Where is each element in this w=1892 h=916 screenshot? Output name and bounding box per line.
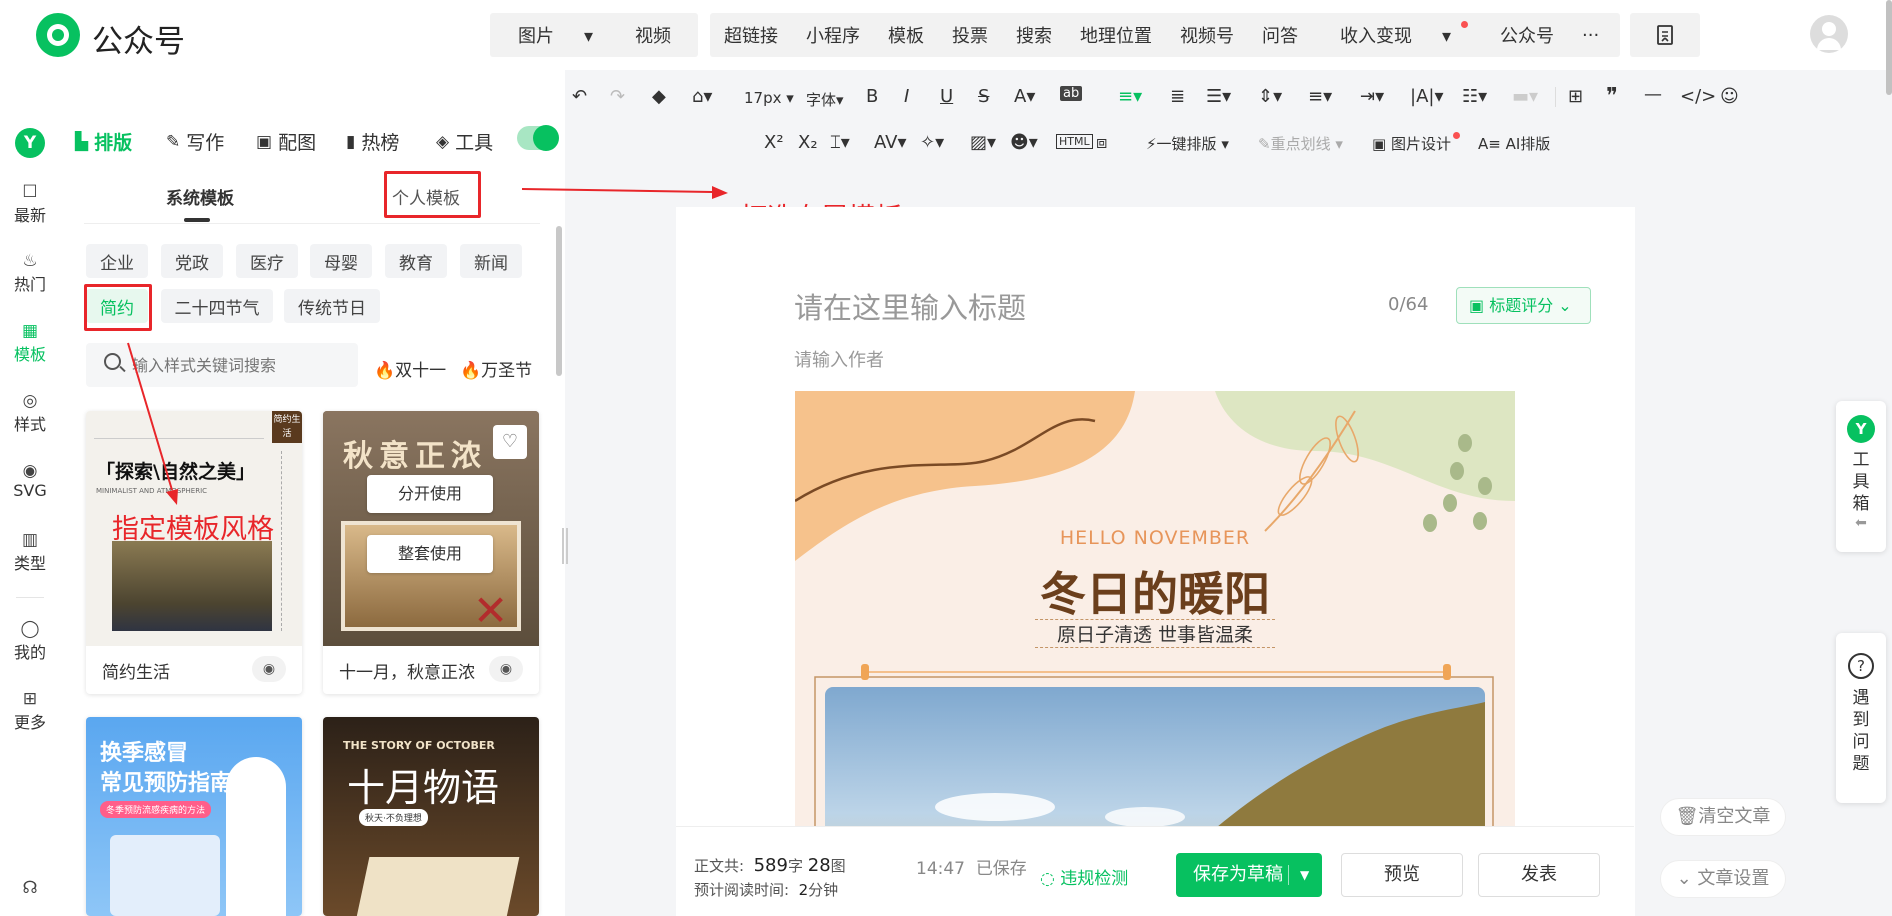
image-icon: ▣ bbox=[1372, 135, 1391, 153]
publish-button[interactable]: 发表 bbox=[1478, 853, 1600, 897]
font-size-select[interactable]: 17px ▾ bbox=[744, 89, 794, 107]
redo-icon[interactable]: ↷ bbox=[610, 86, 625, 107]
article-settings-button[interactable]: ⌄ 文章设置 bbox=[1660, 860, 1786, 898]
lightning-icon: ⚡ bbox=[1146, 135, 1157, 153]
ai-icon: A≡ bbox=[1478, 135, 1506, 153]
char-spacing-icon[interactable]: AV▾ bbox=[874, 132, 907, 153]
author-input[interactable]: 请输入作者 bbox=[794, 346, 884, 372]
quote-icon[interactable]: ❞ bbox=[1606, 84, 1618, 109]
image-design-button[interactable]: ▣ 图片设计 bbox=[1372, 132, 1460, 154]
strikethrough-icon[interactable]: S bbox=[978, 86, 989, 107]
toolbox-float[interactable]: Y 工具箱 ⬅ bbox=[1836, 401, 1886, 552]
annotation-template-style: 指定模板风格 bbox=[112, 514, 274, 545]
paragraph-spacing-icon[interactable]: ≡▾ bbox=[1308, 86, 1332, 107]
align-center-icon[interactable]: ☰▾ bbox=[1206, 86, 1231, 107]
toolbox-icon[interactable]: ⧈ bbox=[1096, 132, 1107, 153]
hero-subtitle: 原日子清透 世事皆温柔 bbox=[1035, 619, 1275, 648]
divider-line-icon[interactable]: — bbox=[1644, 84, 1662, 105]
format-painter-icon[interactable]: ◆ bbox=[652, 86, 666, 107]
bullet-list-icon[interactable]: ☷▾ bbox=[1462, 86, 1487, 107]
compliance-check-link[interactable]: ◌ 违规检测 bbox=[1040, 864, 1128, 889]
clear-format-icon[interactable]: ⌂▾ bbox=[692, 86, 712, 107]
letter-spacing-icon[interactable]: |A|▾ bbox=[1410, 86, 1443, 107]
sticker-icon[interactable]: ☻▾ bbox=[1010, 132, 1038, 153]
table-icon[interactable]: ⊞ bbox=[1568, 86, 1583, 107]
line-height-icon[interactable]: ⇕▾ bbox=[1258, 86, 1282, 107]
ai-layout-button[interactable]: A≡ AI排版 bbox=[1478, 133, 1550, 154]
title-char-count: 0/64 bbox=[1388, 294, 1429, 315]
one-click-layout-button[interactable]: ⚡一键排版 ▾ bbox=[1146, 133, 1229, 154]
align-left-icon[interactable]: ≡▾ bbox=[1118, 86, 1142, 107]
marker-icon: ✎ bbox=[1258, 135, 1271, 153]
undo-icon[interactable]: ↶ bbox=[572, 86, 587, 107]
read-time-stat: 预计阅读时间: 2分钟 bbox=[694, 881, 839, 899]
toolbar-separator bbox=[1555, 87, 1556, 107]
clear-article-button[interactable]: 🗑清空文章 bbox=[1660, 798, 1786, 836]
hero-eyebrow: HELLO NOVEMBER bbox=[1059, 527, 1251, 549]
background-color-icon[interactable]: ab bbox=[1060, 86, 1083, 101]
trash-icon: 🗑 bbox=[1675, 806, 1699, 827]
superscript-icon[interactable]: X² bbox=[764, 132, 784, 153]
italic-icon[interactable]: I bbox=[904, 86, 909, 107]
disabled-block-icon[interactable]: ▬▾ bbox=[1512, 86, 1538, 107]
indent-icon[interactable]: ≣ bbox=[1170, 86, 1185, 107]
preview-button[interactable]: 预览 bbox=[1341, 853, 1463, 897]
highlight-underline-button[interactable]: ✎重点划线 ▾ bbox=[1258, 133, 1343, 154]
notification-dot bbox=[1452, 132, 1460, 139]
word-count-stat: 正文共: 589字 28图 bbox=[694, 855, 846, 876]
list-indent-icon[interactable]: ⇥▾ bbox=[1360, 86, 1384, 107]
toolbox-label: 工具箱 bbox=[1852, 450, 1870, 514]
title-score-button[interactable]: ▣ 标题评分 ⌄ bbox=[1456, 287, 1591, 324]
help-icon: ? bbox=[1848, 653, 1874, 679]
magic-wand-icon[interactable]: ✧▾ bbox=[920, 132, 944, 153]
score-icon: ▣ bbox=[1469, 296, 1490, 315]
article-title-input[interactable]: 请在这里输入标题 bbox=[794, 285, 1026, 327]
save-options-dropdown[interactable]: ▼ bbox=[1300, 853, 1309, 897]
help-float[interactable]: ? 遇到问题 bbox=[1836, 633, 1886, 803]
underline-icon[interactable]: U bbox=[940, 86, 953, 107]
collapse-arrow-icon: ⬅ bbox=[1855, 515, 1867, 531]
code-icon[interactable]: </> bbox=[1680, 86, 1716, 107]
help-label: 遇到问题 bbox=[1852, 688, 1870, 774]
font-family-select[interactable]: 字体▾ bbox=[806, 89, 844, 110]
plugin-logo-icon: Y bbox=[1847, 415, 1875, 443]
chart-icon[interactable]: ▨▾ bbox=[970, 132, 996, 153]
html-icon[interactable]: HTML bbox=[1056, 134, 1093, 149]
hero-title: 冬日的暖阳 bbox=[1040, 567, 1270, 621]
double-chevron-icon: ⌄ bbox=[1676, 868, 1698, 889]
font-color-icon[interactable]: A▾ bbox=[1014, 86, 1035, 107]
text-spacing-icon[interactable]: ⌶▾ bbox=[830, 132, 850, 153]
emoji-icon[interactable]: ☺ bbox=[1720, 86, 1739, 107]
bold-icon[interactable]: B bbox=[866, 86, 878, 107]
shield-icon: ◌ bbox=[1040, 869, 1061, 889]
subscript-icon[interactable]: X₂ bbox=[798, 132, 818, 153]
saved-status: 14:47 已保存 bbox=[916, 859, 1027, 879]
